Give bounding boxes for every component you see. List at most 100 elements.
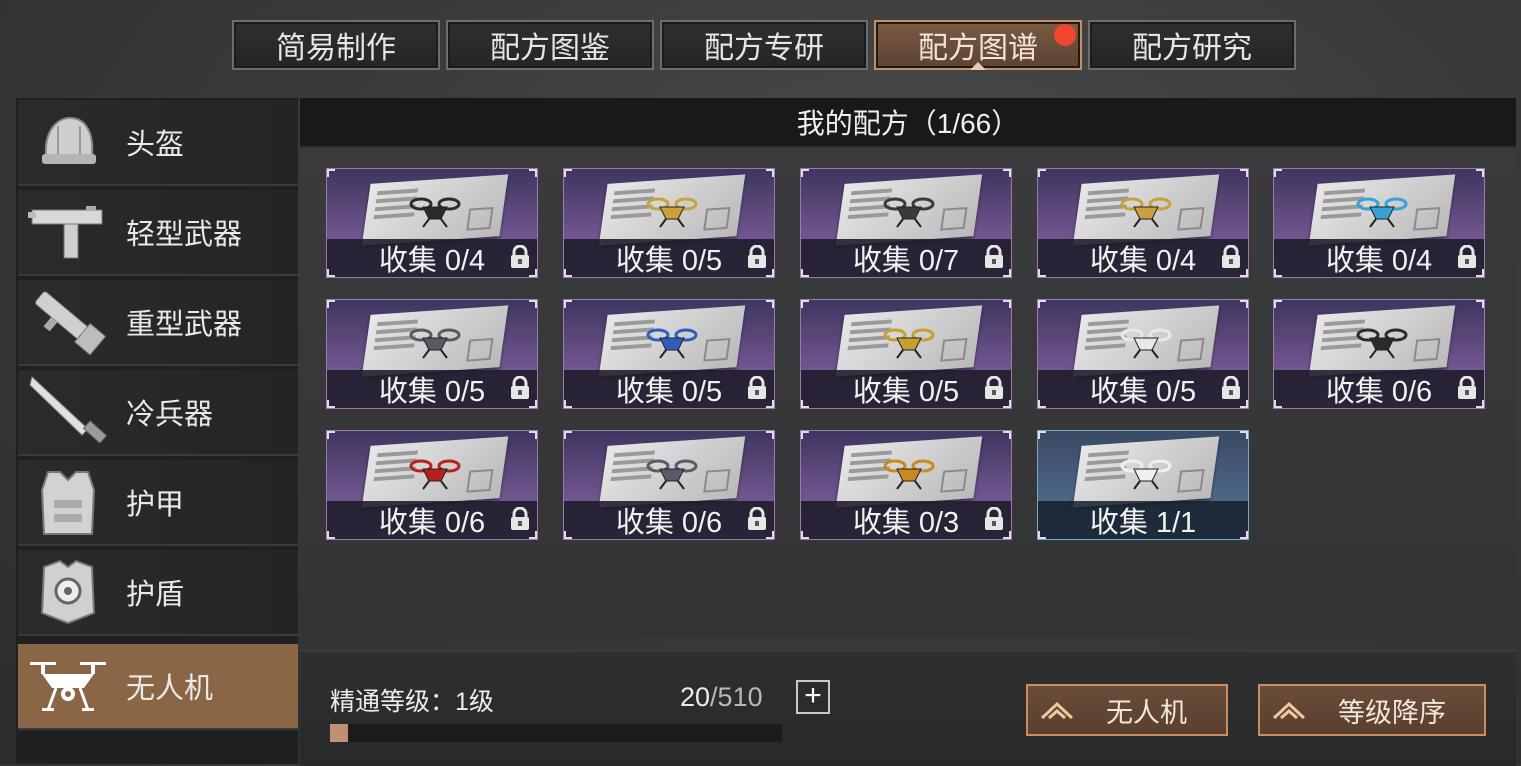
collect-progress-bar: 收集 0/5 <box>564 239 774 277</box>
card-corner <box>801 269 809 277</box>
recipe-card[interactable]: 收集 0/6 <box>563 430 775 540</box>
tab-recipe-research[interactable]: 配方研究 <box>1088 20 1296 70</box>
recipe-card[interactable]: 收集 0/5 <box>800 299 1012 409</box>
sidebar-item-label: 头盔 <box>126 129 185 161</box>
sidebar-item-drone[interactable]: 无人机 <box>18 644 298 730</box>
sidebar-item-light-weapons[interactable]: 轻型武器 <box>18 190 298 276</box>
tab-label: 配方图谱 <box>918 32 1038 65</box>
card-corner <box>1476 269 1484 277</box>
notification-dot <box>1054 24 1076 46</box>
sort-order-button[interactable]: 等级降序 <box>1258 684 1486 736</box>
drone-icon <box>18 646 118 726</box>
card-corner <box>1240 431 1248 439</box>
card-corner <box>801 531 809 539</box>
card-corner <box>766 400 774 408</box>
card-corner <box>1240 531 1248 539</box>
recipe-card[interactable]: 收集 0/5 <box>1037 299 1249 409</box>
tab-label: 配方专研 <box>704 32 824 65</box>
collect-progress-label: 收集 1/1 <box>1089 507 1197 539</box>
card-corner <box>327 169 335 177</box>
tab-recipe-study[interactable]: 配方专研 <box>660 20 868 70</box>
recipe-card[interactable]: 收集 0/4 <box>326 168 538 278</box>
card-corner <box>801 431 809 439</box>
lock-icon <box>1458 376 1476 399</box>
drone-blueprint-icon <box>883 328 935 359</box>
tab-recipe-atlas[interactable]: 配方图谱 <box>874 20 1082 70</box>
drone-blueprint-icon <box>1356 197 1408 228</box>
sort-order-label: 等级降序 <box>1338 697 1446 728</box>
collect-progress-label: 收集 0/6 <box>1325 376 1433 408</box>
lock-icon <box>511 376 529 399</box>
category-filter-button[interactable]: 无人机 <box>1026 684 1228 736</box>
card-corner <box>801 300 809 308</box>
drone-blueprint-icon <box>409 197 461 228</box>
vest-icon <box>18 462 118 542</box>
drone-blueprint-icon <box>883 459 935 490</box>
collect-progress-label: 收集 0/3 <box>852 507 960 539</box>
card-corner <box>564 169 572 177</box>
card-corner <box>529 300 537 308</box>
sidebar-item-armor[interactable]: 护甲 <box>18 460 298 546</box>
collect-progress-bar: 收集 0/5 <box>1038 370 1248 408</box>
recipe-panel: 我的配方（1/66） 收集 0/4 收集 0/5 收集 0/7 收集 0/4 收集 0/… <box>300 98 1516 766</box>
mastery-points: 20/510 <box>680 682 763 713</box>
recipe-card[interactable]: 收集 0/4 <box>1273 168 1485 278</box>
drone-blueprint-icon <box>1120 459 1172 490</box>
card-corner <box>564 300 572 308</box>
card-corner <box>1240 269 1248 277</box>
card-corner <box>564 400 572 408</box>
collect-progress-label: 收集 0/5 <box>615 376 723 408</box>
lock-icon <box>1458 245 1476 268</box>
card-corner <box>1240 169 1248 177</box>
card-corner <box>529 531 537 539</box>
recipe-card[interactable]: 收集 1/1 <box>1037 430 1249 540</box>
card-corner <box>327 269 335 277</box>
lock-icon <box>748 376 766 399</box>
drone-blueprint-icon <box>646 197 698 228</box>
collect-progress-label: 收集 0/6 <box>378 507 486 539</box>
card-corner <box>1003 400 1011 408</box>
recipe-card[interactable]: 收集 0/6 <box>1273 299 1485 409</box>
recipe-card[interactable]: 收集 0/5 <box>563 168 775 278</box>
collect-progress-bar: 收集 0/4 <box>327 239 537 277</box>
mastery-current: 20 <box>680 682 711 712</box>
helmet-icon <box>18 102 118 182</box>
sidebar-item-label: 无人机 <box>126 673 214 705</box>
mastery-footer: 精通等级：1级 20/510 + 无人机 等级降序 <box>300 650 1516 766</box>
sidebar-item-melee[interactable]: 冷兵器 <box>18 370 298 456</box>
collect-progress-label: 收集 0/6 <box>615 507 723 539</box>
sidebar-item-label: 护盾 <box>126 579 185 611</box>
tab-recipe-catalog[interactable]: 配方图鉴 <box>446 20 654 70</box>
drone-blueprint-icon <box>646 328 698 359</box>
card-corner <box>1038 300 1046 308</box>
recipe-card[interactable]: 收集 0/5 <box>563 299 775 409</box>
card-corner <box>327 531 335 539</box>
sidebar-item-helmet[interactable]: 头盔 <box>18 100 298 186</box>
card-corner <box>529 400 537 408</box>
recipe-card[interactable]: 收集 0/4 <box>1037 168 1249 278</box>
collect-progress-bar: 收集 0/5 <box>801 370 1011 408</box>
sidebar-item-heavy-weapons[interactable]: 重型武器 <box>18 280 298 366</box>
add-mastery-button[interactable]: + <box>796 680 830 714</box>
recipe-card[interactable]: 收集 0/6 <box>326 430 538 540</box>
smg-icon <box>18 192 118 272</box>
lock-icon <box>985 507 1003 530</box>
mastery-level-label: 精通等级：1级 <box>330 688 494 716</box>
lock-icon <box>1222 245 1240 268</box>
blade-icon <box>18 372 118 452</box>
top-tab-bar: 简易制作 配方图鉴 配方专研 配方图谱 配方研究 <box>232 20 1296 70</box>
tab-simple-craft[interactable]: 简易制作 <box>232 20 440 70</box>
sidebar-item-shield[interactable]: 护盾 <box>18 550 298 636</box>
recipe-card[interactable]: 收集 0/3 <box>800 430 1012 540</box>
plus-icon: + <box>804 679 822 712</box>
card-corner <box>1003 531 1011 539</box>
collect-progress-bar: 收集 0/6 <box>1274 370 1484 408</box>
recipe-card[interactable]: 收集 0/5 <box>326 299 538 409</box>
drone-blueprint-icon <box>883 197 935 228</box>
mastery-progress-bar <box>330 724 782 742</box>
recipe-card[interactable]: 收集 0/7 <box>800 168 1012 278</box>
card-corner <box>529 169 537 177</box>
card-corner <box>529 431 537 439</box>
sidebar-item-label: 冷兵器 <box>126 399 214 431</box>
collect-progress-bar: 收集 0/5 <box>564 370 774 408</box>
